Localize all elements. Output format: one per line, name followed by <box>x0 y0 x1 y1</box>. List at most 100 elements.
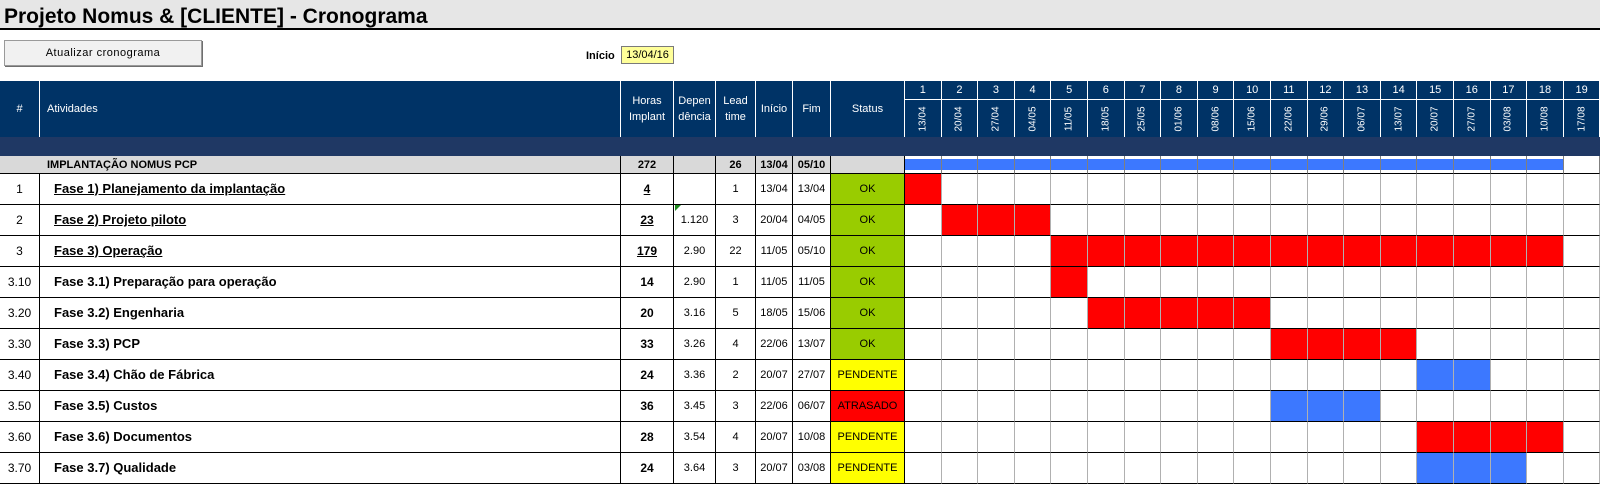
row-activity-name[interactable]: Fase 3.4) Chão de Fábrica <box>40 360 621 391</box>
gantt-cell <box>1527 391 1564 422</box>
gantt-bar-segment <box>1197 298 1235 329</box>
gantt-cell <box>1490 360 1528 391</box>
week-number: 14 <box>1380 81 1418 100</box>
gantt-bar-segment <box>1527 422 1564 453</box>
gantt-bar-segment <box>1307 236 1345 267</box>
gantt-cell <box>905 360 942 391</box>
gantt-cell <box>1234 205 1271 236</box>
gantt-cell <box>905 236 942 267</box>
row-num: 2 <box>0 205 40 236</box>
week-date: 18/05 <box>1088 100 1125 137</box>
gantt-cell <box>1014 391 1052 422</box>
week-number: 8 <box>1161 81 1198 100</box>
summary-bar-fill <box>1454 159 1490 170</box>
start-date-input[interactable]: 13/04/16 <box>621 46 674 64</box>
week-date: 01/06 <box>1161 100 1198 137</box>
row-num: 3.70 <box>0 453 40 484</box>
row-dep: 3.26 <box>674 329 716 360</box>
row-lead: 3 <box>716 453 756 484</box>
gantt-cell <box>1563 174 1600 205</box>
col-header-lead-time: Lead time <box>716 81 756 137</box>
gantt-cell <box>1014 174 1052 205</box>
summary-bar-fill <box>1417 159 1453 170</box>
gantt-cell <box>1454 329 1491 360</box>
gantt-cell <box>1490 298 1528 329</box>
row-hours: 14 <box>621 267 674 298</box>
gantt-bar-segment <box>1051 236 1088 267</box>
row-status-badge: PENDENTE <box>831 360 905 391</box>
row-end: 05/10 <box>793 236 831 267</box>
week-date: 13/07 <box>1380 100 1418 137</box>
row-activity-name[interactable]: Fase 3) Operação <box>40 236 621 267</box>
row-start: 22/06 <box>756 391 793 422</box>
gantt-cell <box>941 236 979 267</box>
gantt-cell <box>1197 453 1235 484</box>
row-activity-name[interactable]: Fase 3.1) Preparação para operação <box>40 267 621 298</box>
row-activity-name[interactable]: Fase 3.6) Documentos <box>40 422 621 453</box>
gantt-cell <box>1124 360 1162 391</box>
gantt-cell <box>1234 453 1271 484</box>
row-activity-name[interactable]: Fase 2) Projeto piloto <box>40 205 621 236</box>
gantt-cell <box>1307 422 1345 453</box>
summary-bar-segment <box>1417 156 1454 174</box>
page-title: Projeto Nomus & [CLIENTE] - Cronograma <box>0 0 1600 30</box>
summary-bar-fill <box>1014 159 1051 170</box>
col-header-start: Início <box>756 81 793 137</box>
gantt-cell <box>905 391 942 422</box>
row-activity-name[interactable]: Fase 3.5) Custos <box>40 391 621 422</box>
col-header-dependency-line2: dência <box>678 111 711 123</box>
gantt-cell <box>1271 360 1308 391</box>
gantt-cell <box>1234 422 1271 453</box>
gantt-bar-segment <box>1234 236 1271 267</box>
row-activity-name[interactable]: Fase 3.2) Engenharia <box>40 298 621 329</box>
gantt-cell <box>1527 329 1564 360</box>
row-end: 10/08 <box>793 422 831 453</box>
gantt-bar-segment <box>1014 205 1052 236</box>
row-hours: 24 <box>621 360 674 391</box>
summary-name: IMPLANTAÇÃO NOMUS PCP <box>40 156 621 174</box>
summary-bar-fill <box>1197 159 1234 170</box>
gantt-cell <box>1527 453 1564 484</box>
row-start: 20/07 <box>756 422 793 453</box>
row-dep: 3.54 <box>674 422 716 453</box>
row-start: 20/07 <box>756 360 793 391</box>
row-dep: 2.90 <box>674 267 716 298</box>
gantt-cell <box>1490 391 1528 422</box>
gantt-cell <box>1161 329 1198 360</box>
row-activity-name[interactable]: Fase 3.3) PCP <box>40 329 621 360</box>
week-number: 12 <box>1307 81 1345 100</box>
row-dep: 3.64 <box>674 453 716 484</box>
gantt-cell <box>978 422 1015 453</box>
gantt-cell <box>1563 236 1600 267</box>
row-hours: 179 <box>621 236 674 267</box>
col-header-hours: Horas Implant <box>621 81 674 137</box>
row-hours: 24 <box>621 453 674 484</box>
gantt-bar-segment <box>1490 422 1528 453</box>
summary-bar-segment <box>1014 156 1052 174</box>
gantt-bar-segment <box>1344 236 1381 267</box>
gantt-cell <box>978 329 1015 360</box>
gantt-cell <box>1161 267 1198 298</box>
gantt-cell <box>1234 360 1271 391</box>
summary-bar-segment <box>1088 156 1125 174</box>
week-date-label: 13/04 <box>917 105 929 132</box>
gantt-cell <box>1088 360 1125 391</box>
gantt-cell <box>1051 391 1088 422</box>
row-end: 04/05 <box>793 205 831 236</box>
gantt-cell <box>1234 391 1271 422</box>
gantt-cell <box>1527 360 1564 391</box>
col-header-status: Status <box>831 81 905 137</box>
row-end: 03/08 <box>793 453 831 484</box>
summary-bar-segment <box>1271 156 1308 174</box>
row-activity-name[interactable]: Fase 1) Planejamento da implantação <box>40 174 621 205</box>
summary-bar-fill <box>1234 159 1270 170</box>
summary-bar-segment <box>1454 156 1491 174</box>
week-number: 11 <box>1271 81 1308 100</box>
row-activity-name[interactable]: Fase 3.7) Qualidade <box>40 453 621 484</box>
gantt-cell <box>1454 298 1491 329</box>
row-end: 13/07 <box>793 329 831 360</box>
gantt-cell <box>1088 453 1125 484</box>
update-schedule-button[interactable]: Atualizar cronograma <box>4 40 202 66</box>
gantt-cell <box>1563 329 1600 360</box>
week-date: 22/06 <box>1271 100 1308 137</box>
